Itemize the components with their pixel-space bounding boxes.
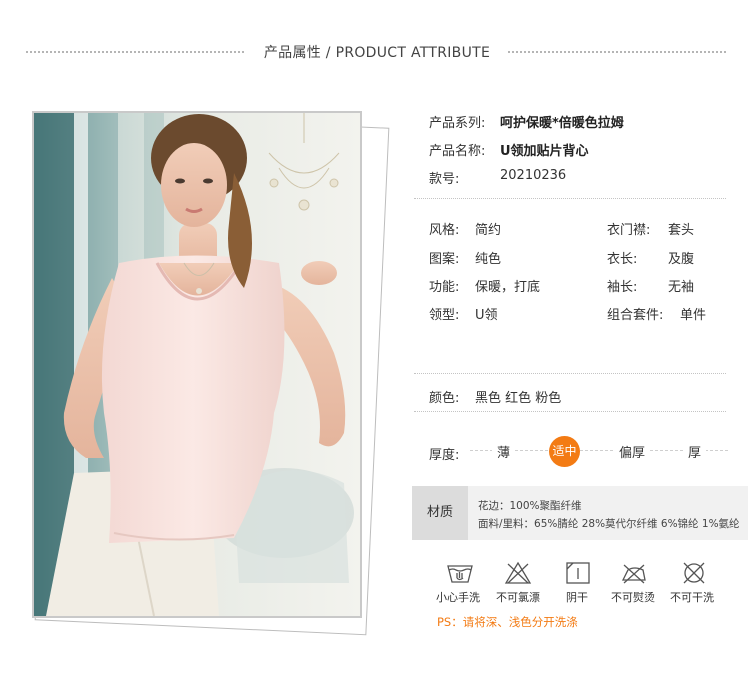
product-name-value: U领加贴片背心 (500, 144, 589, 159)
attr-sleeve-label: 袖长: (607, 280, 638, 295)
no-bleach-icon (504, 560, 532, 586)
care-label: 不可熨烫 (611, 591, 655, 604)
product-name-label: 产品名称: (429, 144, 486, 159)
divider (414, 411, 726, 412)
thickness-option-thin: 薄 (492, 442, 516, 461)
series-label: 产品系列: (429, 116, 486, 131)
section-title: 产品属性 / PRODUCT ATTRIBUTE (263, 45, 491, 61)
care-note: PS：请将深、浅色分开洗涤 (437, 615, 578, 629)
attr-pattern-label: 图案: (429, 252, 460, 267)
material-line: 花边：100%聚酯纤维 (478, 500, 582, 512)
attr-length-value: 及腹 (668, 252, 695, 267)
attr-length-label: 衣长: (607, 252, 638, 267)
thickness-option-thicker: 偏厚 (614, 442, 651, 461)
material-box: 材质 花边：100%聚酯纤维 面料/里料：65%腈纶 28%莫代尔纤维 6%锦纶… (412, 486, 748, 540)
header-divider-left (26, 51, 244, 53)
attr-function-value: 保暖，打底 (475, 280, 541, 295)
series-value: 呵护保暖*倍暖色拉姆 (500, 116, 624, 131)
divider (414, 373, 726, 374)
color-label: 颜色: (429, 391, 460, 406)
attr-pattern-value: 纯色 (475, 252, 502, 267)
attr-placket-value: 套头 (668, 223, 695, 238)
care-label: 不可氯漂 (496, 591, 540, 604)
care-label: 不可干洗 (670, 591, 714, 604)
product-photo (32, 111, 362, 618)
thickness-option-medium: 适中 (549, 436, 580, 467)
care-label: 小心手洗 (436, 591, 480, 604)
color-value: 黑色 红色 粉色 (475, 391, 562, 406)
care-label: 阴干 (566, 591, 588, 604)
attr-function-label: 功能: (429, 280, 460, 295)
attr-set-value: 单件 (680, 308, 707, 323)
attr-placket-label: 衣门襟: (607, 223, 651, 238)
thickness-option-thick: 厚 (683, 442, 707, 461)
attr-collar-label: 领型: (429, 308, 460, 323)
divider (414, 198, 726, 199)
attr-collar-value: U领 (475, 308, 498, 323)
attr-set-label: 组合套件: (607, 308, 664, 323)
attr-style-value: 简约 (475, 223, 502, 238)
style-number-value: 20210236 (500, 168, 567, 183)
style-number-label: 款号: (429, 172, 460, 187)
material-label: 材质 (412, 486, 468, 540)
shade-dry-icon (564, 560, 592, 586)
header-divider-right (508, 51, 726, 53)
attr-style-label: 风格: (429, 223, 460, 238)
no-dry-clean-icon (680, 560, 708, 586)
hand-wash-icon (446, 560, 474, 586)
thickness-label: 厚度: (429, 448, 460, 463)
attr-sleeve-value: 无袖 (668, 280, 695, 295)
no-iron-icon (620, 560, 648, 586)
material-line: 面料/里料：65%腈纶 28%莫代尔纤维 6%锦纶 1%氨纶 (478, 518, 740, 530)
